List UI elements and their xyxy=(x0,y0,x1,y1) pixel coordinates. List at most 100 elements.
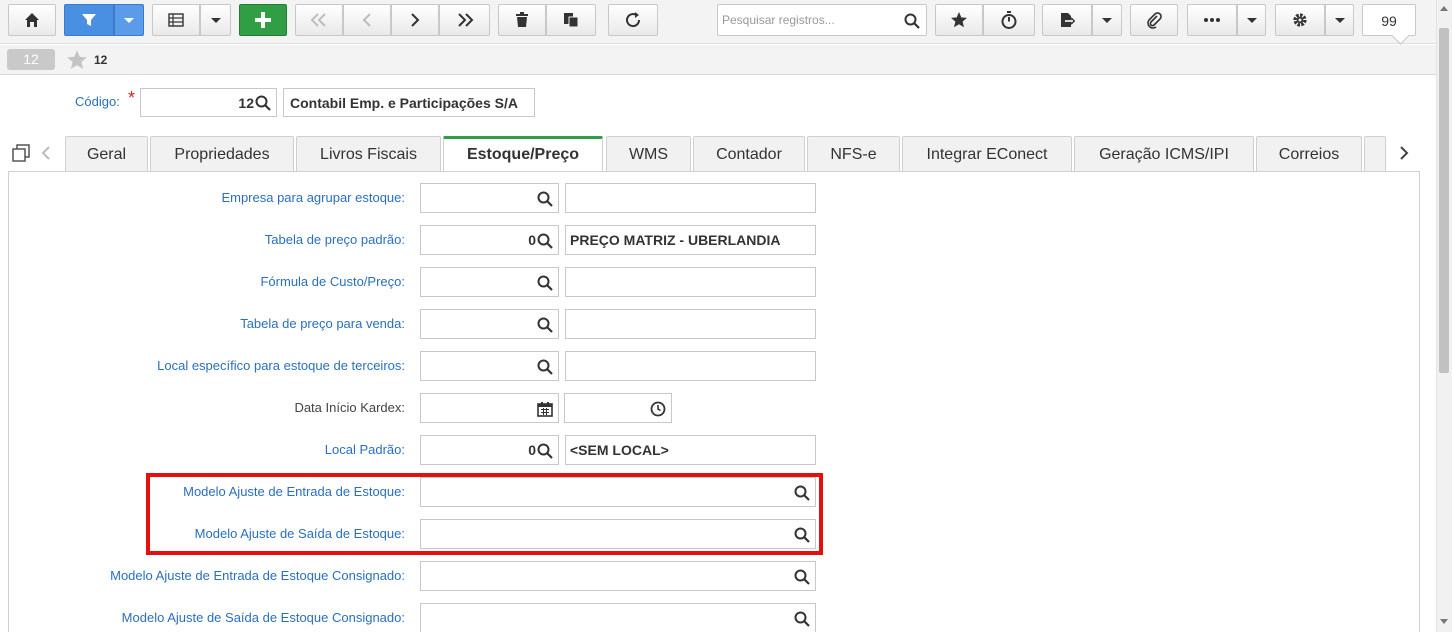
data-inicio-kardex-date-input[interactable] xyxy=(420,393,559,423)
tab-geracao-icms-ipi[interactable]: Geração ICMS/IPI xyxy=(1074,136,1254,171)
local-terceiros-label: Local específico para estoque de terceir… xyxy=(157,358,405,373)
required-mark: * xyxy=(128,88,136,108)
stopwatch-icon xyxy=(1001,11,1017,29)
data-inicio-kardex-time-input[interactable] xyxy=(564,393,672,423)
last-record-button[interactable] xyxy=(439,4,490,36)
search-icon[interactable] xyxy=(537,191,553,210)
copy-button[interactable] xyxy=(546,4,596,36)
tab-partial[interactable] xyxy=(1364,136,1386,171)
formula-custo-desc xyxy=(565,267,816,297)
local-padrao-label: Local Padrão: xyxy=(324,442,405,457)
tab-integrar-econect[interactable]: Integrar EConect xyxy=(902,136,1072,171)
search-box xyxy=(717,4,927,36)
settings-button[interactable] xyxy=(1275,4,1325,36)
empresa-agrupar-input[interactable] xyxy=(420,183,559,213)
data-inicio-kardex-label: Data Início Kardex: xyxy=(294,400,405,415)
search-input[interactable] xyxy=(722,11,902,29)
refresh-button[interactable] xyxy=(608,4,658,36)
empresa-name-value: Contabil Emp. e Participações S/A xyxy=(290,95,518,111)
timer-button[interactable] xyxy=(983,4,1035,36)
last-icon xyxy=(457,13,473,27)
star-icon[interactable] xyxy=(66,49,88,74)
more-dropdown-button[interactable] xyxy=(1237,4,1266,36)
first-record-button[interactable] xyxy=(295,4,343,36)
delete-button[interactable] xyxy=(498,4,546,36)
gear-icon xyxy=(1293,13,1307,27)
export-button[interactable] xyxy=(1042,4,1092,36)
search-icon[interactable] xyxy=(537,443,553,462)
tabs-scroll-right-icon[interactable] xyxy=(1398,145,1410,164)
more-button[interactable] xyxy=(1187,4,1237,36)
paperclip-icon xyxy=(1147,12,1162,29)
scroll-up-icon[interactable] xyxy=(1440,6,1448,11)
search-icon[interactable] xyxy=(794,611,810,630)
local-terceiros-input[interactable] xyxy=(420,351,559,381)
search-icon[interactable] xyxy=(537,359,553,378)
tab-wms[interactable]: WMS xyxy=(606,136,691,171)
refresh-icon xyxy=(626,12,641,28)
chevron-down-icon xyxy=(1102,17,1112,23)
home-button[interactable] xyxy=(8,4,56,36)
modelo-saida-consignado-input[interactable] xyxy=(420,603,816,632)
copy-tabs-icon[interactable] xyxy=(12,144,32,165)
search-icon[interactable] xyxy=(537,233,553,252)
codigo-value: 12 xyxy=(238,95,254,111)
tab-correios[interactable]: Correios xyxy=(1256,136,1362,171)
tabs-scroll-left-icon[interactable] xyxy=(40,145,52,164)
star-icon xyxy=(951,12,967,28)
empresa-name-field[interactable]: Contabil Emp. e Participações S/A xyxy=(283,88,535,117)
tabela-preco-padrao-value: 0 xyxy=(528,232,536,248)
favorite-button[interactable] xyxy=(935,4,983,36)
clock-icon[interactable] xyxy=(650,401,666,420)
local-padrao-input[interactable]: 0 xyxy=(420,435,559,465)
chevron-down-icon xyxy=(1246,17,1257,23)
view-dropdown-button[interactable] xyxy=(200,4,231,36)
tabela-preco-venda-desc xyxy=(565,309,816,339)
tabela-preco-venda-label: Tabela de preço para venda: xyxy=(240,316,405,331)
search-icon[interactable] xyxy=(255,95,271,114)
local-padrao-value: 0 xyxy=(528,442,536,458)
tab-nfs-e[interactable]: NFS-e xyxy=(807,136,900,171)
local-terceiros-desc xyxy=(565,351,816,381)
grid-icon xyxy=(168,13,184,27)
scroll-down-icon[interactable] xyxy=(1440,619,1448,624)
codigo-field[interactable]: 12 xyxy=(140,88,277,117)
search-icon[interactable] xyxy=(904,13,920,32)
page-size-indicator[interactable]: 99 xyxy=(1362,4,1416,36)
tab-propriedades[interactable]: Propriedades xyxy=(150,136,294,171)
tab-divider xyxy=(8,171,1420,172)
local-padrao-desc: <SEM LOCAL> xyxy=(565,435,816,465)
tabela-preco-padrao-label: Tabela de preço padrão: xyxy=(264,232,405,247)
search-icon[interactable] xyxy=(537,275,553,294)
next-record-button[interactable] xyxy=(391,4,439,36)
formula-custo-input[interactable] xyxy=(420,267,559,297)
view-grid-button[interactable] xyxy=(152,4,200,36)
record-bar: 12 12 xyxy=(0,45,1452,75)
empresa-agrupar-desc xyxy=(565,183,816,213)
record-label: 12 xyxy=(94,53,108,67)
previous-record-button[interactable] xyxy=(343,4,391,36)
tabela-preco-padrao-input[interactable]: 0 xyxy=(420,225,559,255)
modelo-saida-consignado-label: Modelo Ajuste de Saída de Estoque Consig… xyxy=(121,610,405,625)
tab-geral[interactable]: Geral xyxy=(65,136,148,171)
filter-button[interactable] xyxy=(64,4,114,36)
local-padrao-desc-text: <SEM LOCAL> xyxy=(570,442,669,458)
tabela-preco-venda-input[interactable] xyxy=(420,309,559,339)
chevron-down-icon xyxy=(1334,17,1345,23)
tab-estoque-preco[interactable]: Estoque/Preço xyxy=(443,136,603,172)
tab-livros-fiscais[interactable]: Livros Fiscais xyxy=(296,136,441,171)
page: 99 12 12 Código: * 12 Contabil Emp. e Pa… xyxy=(0,0,1452,632)
add-button[interactable] xyxy=(239,4,287,36)
filter-dropdown-button[interactable] xyxy=(114,4,144,36)
modelo-entrada-consignado-label: Modelo Ajuste de Entrada de Estoque Cons… xyxy=(110,568,405,583)
chevron-down-icon xyxy=(210,17,221,23)
search-icon[interactable] xyxy=(537,317,553,336)
calendar-icon[interactable] xyxy=(537,401,553,420)
scrollbar-thumb[interactable] xyxy=(1439,28,1449,373)
attachment-button[interactable] xyxy=(1130,4,1178,36)
settings-dropdown-button[interactable] xyxy=(1325,4,1354,36)
modelo-entrada-consignado-input[interactable] xyxy=(420,561,816,591)
tab-contador[interactable]: Contador xyxy=(693,136,805,171)
export-dropdown-button[interactable] xyxy=(1092,4,1122,36)
search-icon[interactable] xyxy=(794,569,810,588)
